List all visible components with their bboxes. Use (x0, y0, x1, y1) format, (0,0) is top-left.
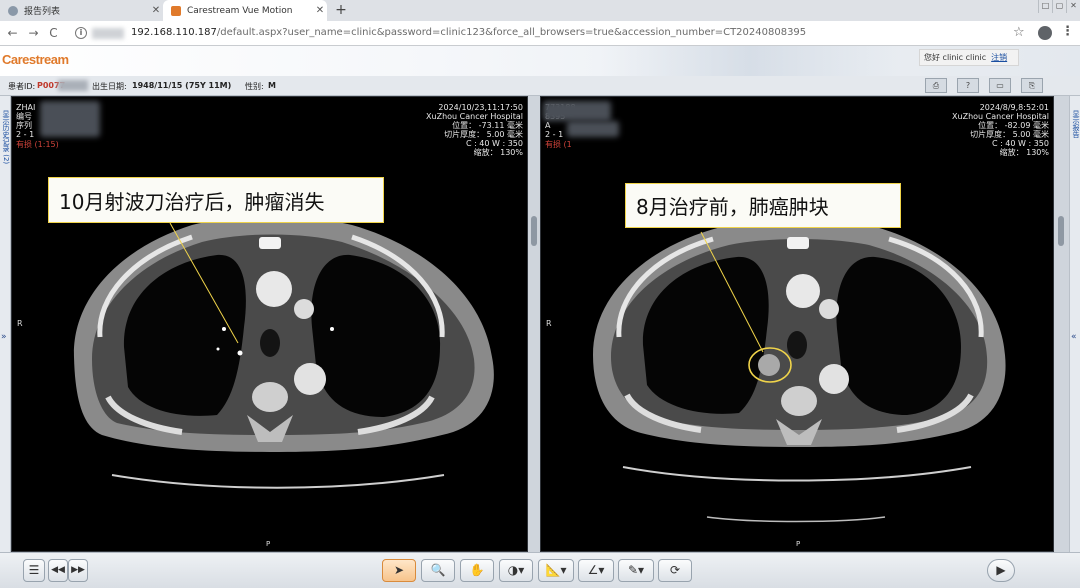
profile-icon[interactable] (1038, 26, 1052, 40)
site-info-icon[interactable]: i (75, 27, 87, 39)
pointer-tool-button[interactable]: ➤ (382, 559, 416, 582)
compression-status: 有损 (1:15) (16, 140, 59, 149)
close-tab-icon[interactable]: ✕ (313, 5, 327, 16)
viewport-scrollbar[interactable] (1054, 96, 1069, 552)
redacted-area (92, 28, 124, 39)
orientation-right-marker: R (17, 319, 23, 328)
address-bar[interactable]: 192.168.110.187/default.aspx?user_name=c… (131, 27, 806, 38)
history-rail[interactable]: 显示历史记录 (2) » (0, 96, 11, 552)
orientation-posterior-marker: P (266, 540, 271, 548)
window-level-tool-button[interactable]: ◑▾ (499, 559, 533, 582)
reset-button[interactable]: ⟳ (658, 559, 692, 582)
annotation-label-left[interactable]: 10月射波刀治疗后，肿瘤消失 (48, 177, 384, 223)
header-tools: ⎙ ? ▭ ⎘ (925, 78, 1043, 93)
image-viewport-left[interactable]: ZHAI 编号 序列 2 - 1 有损 (1:15) 2024/10/23,11… (11, 96, 528, 552)
annotate-tool-button[interactable]: ✎▾ (618, 559, 654, 582)
report-rail-label: 显示报告 (1072, 110, 1080, 138)
viewer-toolbar: ☰ ◀◀ ▶▶ ➤ 🔍 ✋ ◑▾ 📐▾ ∠▾ ✎▾ ⟳ ▶ (0, 552, 1080, 588)
minimize-button[interactable]: □ (1038, 0, 1052, 13)
previous-image-button[interactable]: ◀◀ (48, 559, 68, 582)
url-path: /default.aspx?user_name=clinic&password=… (216, 27, 807, 38)
user-panel: 您好 clinic clinic 注销 (919, 49, 1019, 66)
scrollbar-thumb[interactable] (531, 216, 537, 246)
app-root: 报告列表 ✕ Carestream Vue Motion ✕ + □ ▢ ✕ ←… (0, 0, 1080, 588)
expand-right-icon[interactable]: » (1, 332, 7, 342)
pan-tool-button[interactable]: ✋ (460, 559, 494, 582)
close-window-button[interactable]: ✕ (1066, 0, 1080, 13)
viewport-splitter[interactable] (528, 96, 540, 552)
url-host: 192.168.110.187 (131, 27, 217, 38)
ct-image-left (73, 217, 494, 489)
series-list-button[interactable]: ☰ (23, 559, 45, 582)
window-controls: □ ▢ ✕ (1038, 0, 1080, 13)
sex-label: 性别: (245, 82, 264, 91)
new-tab-button[interactable]: + (333, 2, 349, 18)
measure-tool-button[interactable]: 📐▾ (538, 559, 574, 582)
header-decoration (600, 46, 900, 76)
redacted-area (58, 80, 88, 91)
help-icon[interactable]: ? (957, 78, 979, 93)
tab-vue-motion[interactable]: Carestream Vue Motion ✕ (163, 0, 327, 21)
carestream-favicon-icon (171, 5, 181, 16)
patient-id-label: 患者ID: (8, 82, 36, 91)
annotation-label-right[interactable]: 8月治疗前，肺癌肿块 (625, 183, 901, 228)
tab-report-list[interactable]: 报告列表 ✕ (0, 0, 163, 21)
expand-left-icon[interactable]: « (1071, 332, 1077, 342)
user-greeting: 您好 clinic clinic (924, 53, 987, 62)
print-icon[interactable]: ⎙ (925, 78, 947, 93)
redacted-area (40, 101, 100, 137)
sex-value: M (268, 81, 276, 90)
orientation-right-marker: R (546, 319, 552, 328)
browser-menu-icon[interactable]: ⋮ (1061, 24, 1074, 39)
zoom-level: 缩放： 130% (473, 148, 523, 157)
app-header: Carestream (0, 46, 1080, 76)
close-tab-icon[interactable]: ✕ (149, 5, 163, 16)
compression-status: 有损 (1 (545, 140, 572, 149)
play-cine-button[interactable]: ▶ (987, 559, 1015, 582)
dob-label: 出生日期: (92, 82, 127, 91)
zoom-level: 缩放： 130% (999, 148, 1049, 157)
reload-button[interactable]: C (46, 26, 61, 41)
redacted-area (567, 121, 619, 137)
browser-toolbar: ← → C i 192.168.110.187/default.aspx?use… (0, 21, 1080, 46)
redacted-area (543, 101, 611, 121)
patient-info-bar: 患者ID: P0077 出生日期: 1948/11/15 (75Y 11M) 性… (0, 76, 1080, 96)
logout-link[interactable]: 注销 (991, 52, 1007, 63)
export-icon[interactable]: ⎘ (1021, 78, 1043, 93)
series-line-4: 2 - 1 (545, 130, 564, 139)
carestream-logo: Carestream (2, 52, 69, 67)
bookmark-star-icon[interactable]: ☆ (1013, 25, 1025, 40)
series-line-4: 2 - 1 (16, 130, 35, 139)
orientation-posterior-marker: P (796, 540, 801, 548)
browser-tab-strip: 报告列表 ✕ Carestream Vue Motion ✕ + □ ▢ ✕ (0, 0, 1080, 21)
restore-button[interactable]: ▢ (1052, 0, 1066, 13)
scrollbar-thumb[interactable] (1058, 216, 1064, 246)
ct-image-right (593, 221, 1006, 523)
tab-label: Carestream Vue Motion (187, 5, 293, 16)
report-rail[interactable]: 显示报告 « (1069, 96, 1080, 552)
globe-icon (8, 5, 18, 16)
history-rail-label: 显示历史记录 (2) (2, 110, 10, 165)
zoom-tool-button[interactable]: 🔍 (421, 559, 455, 582)
forward-button[interactable]: → (26, 26, 41, 41)
dob-value: 1948/11/15 (75Y 11M) (132, 81, 232, 90)
back-button[interactable]: ← (5, 26, 20, 41)
image-viewport-right[interactable]: 773188 8395 A 2 - 1 有损 (1 2024/8/9,8:52:… (540, 96, 1054, 552)
next-image-button[interactable]: ▶▶ (68, 559, 88, 582)
minimize-panel-icon[interactable]: ▭ (989, 78, 1011, 93)
tab-label: 报告列表 (24, 7, 61, 17)
angle-tool-button[interactable]: ∠▾ (578, 559, 614, 582)
